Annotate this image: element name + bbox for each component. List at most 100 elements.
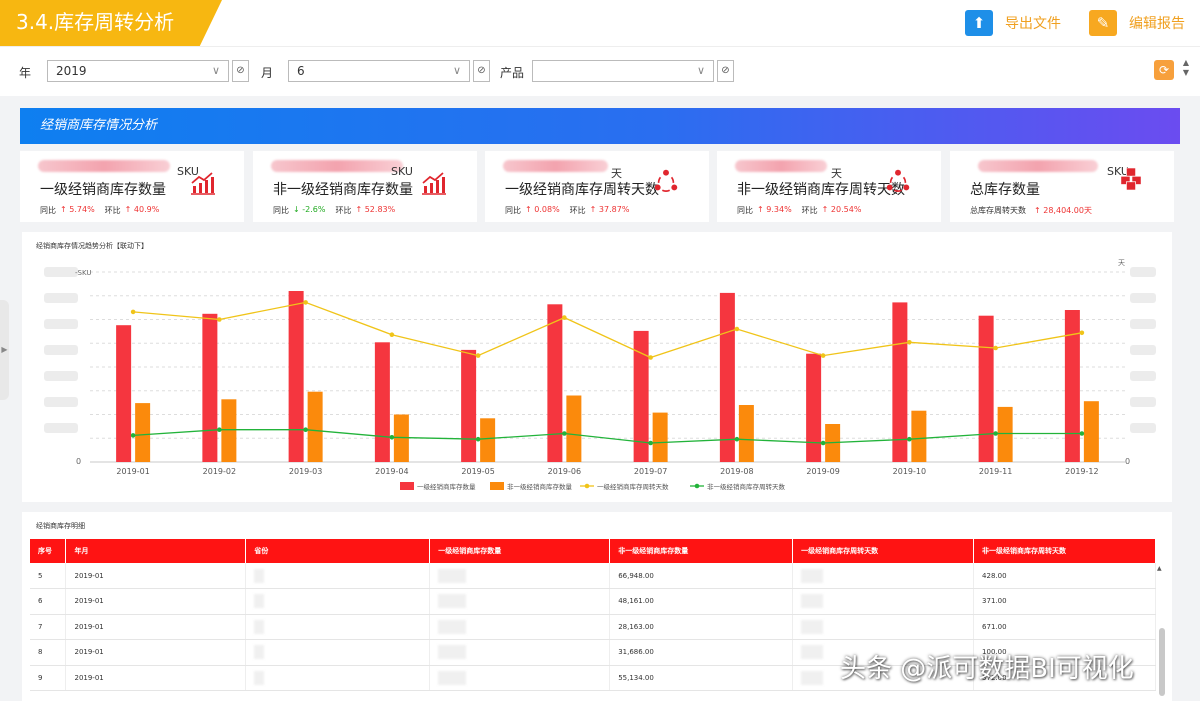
cell-non-tier1-stock: 55,134.00 — [609, 665, 794, 691]
kpi-metrics: 同比 ↓ -2.6% 环比 ↑ 52.83% — [273, 205, 395, 216]
cell-month: 2019-01 — [65, 639, 247, 666]
cell-index: 5 — [30, 563, 67, 589]
export-file-button[interactable]: ⬆ 导出文件 — [965, 9, 1061, 37]
legend-label: 一级经销商库存周转天数 — [597, 482, 669, 491]
yoy-label: 同比 — [737, 206, 753, 215]
y-right-tick-redacted — [1130, 345, 1156, 355]
chevron-up-icon[interactable]: ▲ — [1180, 58, 1192, 68]
cell-month: 2019-01 — [65, 563, 247, 589]
bar-tier1-stock — [547, 304, 563, 462]
cell-tier1-turnover-redacted — [792, 563, 975, 589]
cell-month: 2019-01 — [65, 614, 247, 640]
legend-label: 非一级经销商库存数量 — [507, 482, 573, 491]
y-right-zero: 0 — [1125, 457, 1130, 466]
table-row[interactable]: 5 2019-01 66,948.00 428.00 — [30, 563, 1156, 589]
col-header-non-tier1-stock[interactable]: 非一级经销商库存数量 — [609, 539, 794, 563]
bar-non-tier1-stock — [135, 403, 151, 462]
table-title: 经销商库存明细 — [36, 522, 85, 530]
bar-tier1-stock — [461, 349, 477, 462]
point-tier1-turnover — [907, 340, 912, 345]
x-tick-label: 2019-09 — [806, 467, 839, 476]
table-row[interactable]: 6 2019-01 48,161.00 371.00 — [30, 588, 1156, 615]
cycle-icon — [654, 169, 678, 192]
kpi-value-redacted — [978, 160, 1098, 172]
x-tick-label: 2019-04 — [375, 467, 408, 476]
table-header-row: 序号 年月 省份 一级经销商库存数量 非一级经销商库存数量 一级经销商库存周转天… — [30, 539, 1156, 563]
y-right-tick-redacted — [1130, 423, 1156, 433]
x-tick-label: 2019-12 — [1065, 467, 1098, 476]
scroll-stepper[interactable]: ▲ ▼ — [1180, 58, 1192, 78]
x-tick-label: 2019-06 — [548, 467, 581, 476]
legend-swatch — [400, 482, 414, 490]
cell-tier1-stock-redacted — [429, 665, 611, 691]
x-tick-label: 2019-07 — [634, 467, 667, 476]
kpi-metrics: 总库存周转天数 ↑ 28,404.00天 — [970, 205, 1092, 216]
line-non-tier1-turnover — [133, 429, 1082, 444]
y-right-tick-redacted — [1130, 397, 1156, 407]
x-tick-label: 2019-10 — [893, 467, 926, 476]
y-left-tick-redacted — [44, 319, 78, 329]
cell-non-tier1-stock: 48,161.00 — [609, 588, 794, 615]
bar-tier1-stock — [806, 353, 822, 462]
kpi-value-redacted — [503, 160, 608, 172]
point-tier1-turnover — [389, 332, 395, 337]
chevron-up-icon[interactable]: ▲ — [1157, 565, 1162, 572]
mom-value: ↑ 40.9% — [124, 205, 160, 214]
col-header-non-tier1-turnover[interactable]: 非一级经销商库存周转天数 — [973, 539, 1156, 563]
product-clear-icon[interactable]: ⊘ — [717, 60, 734, 82]
kpi-card-non-tier1-turnover: 天 非一级经销商库存周转天数 同比 ↑ 9.34% 环比 ↑ 20.54% — [717, 151, 941, 222]
cell-tier1-stock-redacted — [429, 588, 611, 615]
bar-tier1-stock — [374, 342, 390, 462]
refresh-icon[interactable]: ⟳ — [1154, 60, 1174, 80]
cell-province-redacted — [245, 563, 431, 589]
table-scroll-thumb[interactable] — [1159, 628, 1165, 696]
month-select-value: 6 — [297, 64, 305, 78]
col-header-tier1-turnover[interactable]: 一级经销商库存周转天数 — [792, 539, 975, 563]
col-header-province[interactable]: 省份 — [245, 539, 431, 563]
col-header-month[interactable]: 年月 — [65, 539, 247, 563]
cell-non-tier1-stock: 28,163.00 — [609, 614, 794, 640]
mom-label: 环比 — [801, 206, 818, 215]
month-select[interactable]: 6 ∨ — [288, 60, 470, 82]
year-select[interactable]: 2019 ∨ — [47, 60, 229, 82]
table-row[interactable]: 7 2019-01 28,163.00 671.00 — [30, 614, 1156, 640]
edit-report-button[interactable]: ✎ 编辑报告 — [1089, 9, 1185, 37]
y-right-tick-redacted — [1130, 267, 1156, 277]
col-header-tier1-stock[interactable]: 一级经销商库存数量 — [429, 539, 611, 563]
point-tier1-turnover — [217, 317, 222, 322]
year-clear-icon[interactable]: ⊘ — [232, 60, 249, 82]
report-header: 3.4.库存周转分析 ⬆ 导出文件 ✎ 编辑报告 — [0, 0, 1200, 46]
cubes-icon — [1120, 167, 1142, 191]
x-tick-label: 2019-03 — [289, 467, 322, 476]
cell-month: 2019-01 — [65, 588, 247, 615]
x-tick-label: 2019-02 — [203, 467, 236, 476]
year-select-value: 2019 — [56, 64, 87, 78]
mom-value: ↑ 20.54% — [821, 205, 862, 214]
legend-swatch-dot — [584, 483, 590, 489]
mom-label: 环比 — [335, 206, 352, 215]
y-left-tick-redacted — [44, 371, 78, 381]
year-label: 年 — [19, 66, 32, 80]
kpi-unit: SKU — [391, 165, 413, 178]
point-tier1-turnover — [820, 353, 826, 358]
kpi-metrics: 同比 ↑ 5.74% 环比 ↑ 40.9% — [40, 205, 159, 216]
kpi-card-tier1-stock: SKU 一级经销商库存数量 同比 ↑ 5.74% 环比 ↑ 40.9% — [20, 151, 244, 222]
sidebar-toggle-handle[interactable]: ▶ — [0, 300, 9, 400]
point-non-tier1-turnover — [217, 427, 222, 432]
legend-swatch-dot — [694, 483, 700, 489]
point-tier1-turnover — [1079, 330, 1085, 336]
yoy-value: ↓ -2.6% — [293, 205, 326, 214]
yoy-value: ↑ 9.34% — [757, 205, 792, 214]
col-header-index[interactable]: 序号 — [30, 539, 67, 563]
chevron-down-icon[interactable]: ▼ — [1180, 68, 1192, 78]
bar-non-tier1-stock — [221, 399, 237, 462]
month-clear-icon[interactable]: ⊘ — [473, 60, 490, 82]
total-turnover-label: 总库存周转天数 — [970, 206, 1026, 215]
cell-province-redacted — [245, 639, 431, 666]
product-select[interactable]: ∨ — [532, 60, 714, 82]
yoy-label: 同比 — [40, 206, 56, 215]
total-turnover-value: ↑ 28,404.00天 — [1034, 206, 1092, 215]
cell-province-redacted — [245, 588, 431, 615]
cell-index: 8 — [30, 639, 67, 666]
cell-index: 9 — [30, 665, 67, 691]
